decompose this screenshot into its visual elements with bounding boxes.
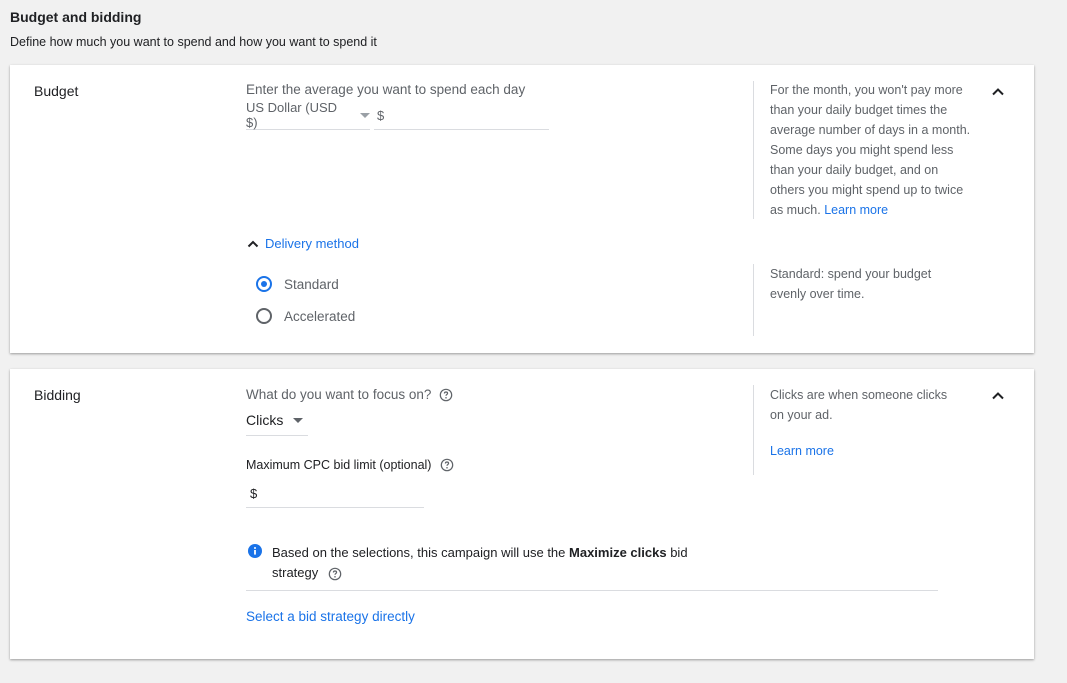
delivery-divider	[753, 264, 754, 336]
delivery-help-text: Standard: spend your budget evenly over …	[770, 267, 932, 301]
page-title: Budget and bidding	[10, 9, 142, 25]
focus-select[interactable]: Clicks	[246, 405, 308, 436]
info-suffix-strategy: strategy	[272, 565, 319, 580]
page-subtitle: Define how much you want to spend and ho…	[10, 35, 377, 49]
info-icon	[248, 544, 262, 558]
bidding-card: Bidding What do you want to focus on? Cl…	[10, 369, 1034, 659]
bidding-learn-more-link[interactable]: Learn more	[770, 441, 975, 461]
bidding-divider	[753, 385, 754, 475]
info-suffix-bid: bid	[670, 545, 688, 560]
help-circle-icon[interactable]	[439, 388, 453, 402]
currency-select[interactable]: US Dollar (USD $)	[246, 100, 370, 130]
budget-amount-input-wrapper[interactable]: $	[374, 101, 549, 130]
focus-prompt-text: What do you want to focus on?	[246, 387, 432, 402]
focus-select-value: Clicks	[246, 412, 284, 428]
help-circle-icon[interactable]	[440, 458, 454, 472]
radio-standard[interactable]: Standard	[256, 276, 339, 292]
currency-prefix: $	[377, 107, 385, 123]
chevron-up-icon	[247, 240, 259, 247]
bidding-help-text: Clicks are when someone clicks on your a…	[770, 388, 948, 422]
radio-accelerated[interactable]: Accelerated	[256, 308, 355, 324]
max-cpc-input-wrapper[interactable]: $	[246, 479, 424, 508]
budget-divider	[753, 81, 754, 219]
max-cpc-label: Maximum CPC bid limit (optional)	[246, 458, 454, 472]
max-cpc-prefix: $	[250, 485, 258, 501]
budget-card: Budget Enter the average you want to spe…	[10, 65, 1034, 353]
help-circle-icon[interactable]	[328, 567, 342, 581]
budget-section-title: Budget	[34, 83, 79, 99]
budget-collapse-button[interactable]	[988, 82, 1008, 102]
max-cpc-label-text: Maximum CPC bid limit (optional)	[246, 458, 432, 472]
bid-strategy-info: Based on the selections, this campaign w…	[272, 543, 752, 583]
caret-down-icon	[360, 112, 370, 118]
delivery-method-toggle[interactable]: Delivery method	[246, 236, 359, 251]
budget-help-body: For the month, you won't pay more than y…	[770, 83, 971, 217]
info-prefix: Based on the selections, this campaign w…	[272, 545, 566, 560]
caret-down-icon	[293, 417, 304, 423]
max-cpc-input[interactable]	[263, 485, 384, 501]
radio-accelerated-label: Accelerated	[284, 308, 356, 324]
select-bid-strategy-link[interactable]: Select a bid strategy directly	[246, 609, 415, 624]
budget-amount-input[interactable]	[390, 107, 511, 123]
info-strategy-name: Maximize clicks	[569, 545, 667, 560]
chevron-up-icon	[992, 88, 1004, 96]
radio-standard-indicator	[256, 276, 272, 292]
focus-prompt: What do you want to focus on?	[246, 387, 453, 402]
delivery-method-label: Delivery method	[265, 236, 359, 251]
budget-learn-more-link[interactable]: Learn more	[824, 203, 888, 217]
bidding-collapse-button[interactable]	[988, 386, 1008, 406]
radio-accelerated-indicator	[256, 308, 272, 324]
bidding-section-title: Bidding	[34, 387, 81, 403]
budget-help-text: For the month, you won't pay more than y…	[770, 80, 975, 220]
chevron-up-icon	[992, 392, 1004, 400]
info-divider	[246, 590, 938, 591]
radio-standard-label: Standard	[284, 276, 339, 292]
currency-select-value: US Dollar (USD $)	[246, 100, 338, 130]
budget-prompt: Enter the average you want to spend each…	[246, 82, 526, 97]
